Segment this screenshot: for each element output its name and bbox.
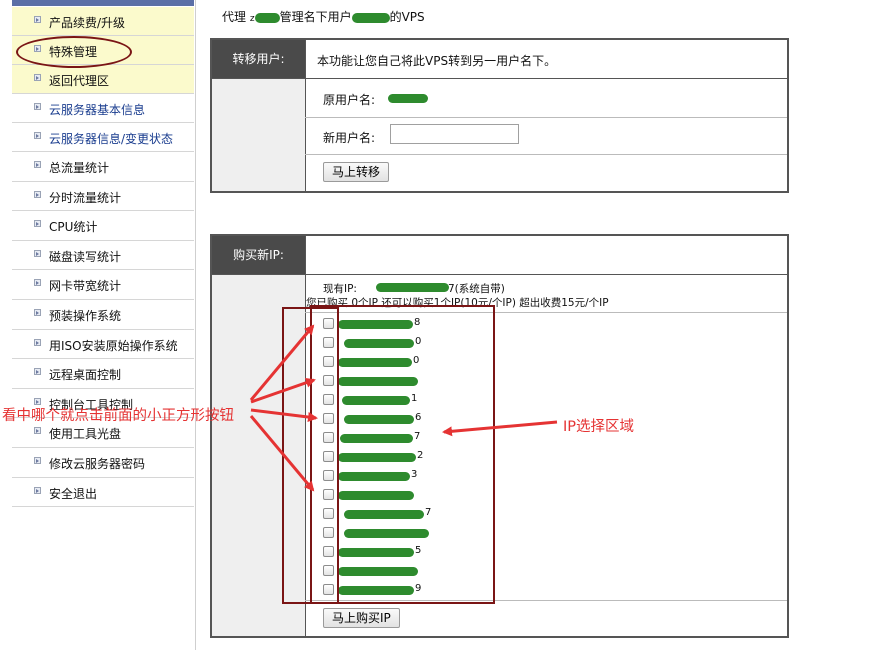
arrow-1 [249,324,315,401]
arrow-3 [250,408,318,422]
arrow-5 [442,420,558,437]
arrow-4 [249,415,315,492]
annotation-arrows [249,324,558,492]
